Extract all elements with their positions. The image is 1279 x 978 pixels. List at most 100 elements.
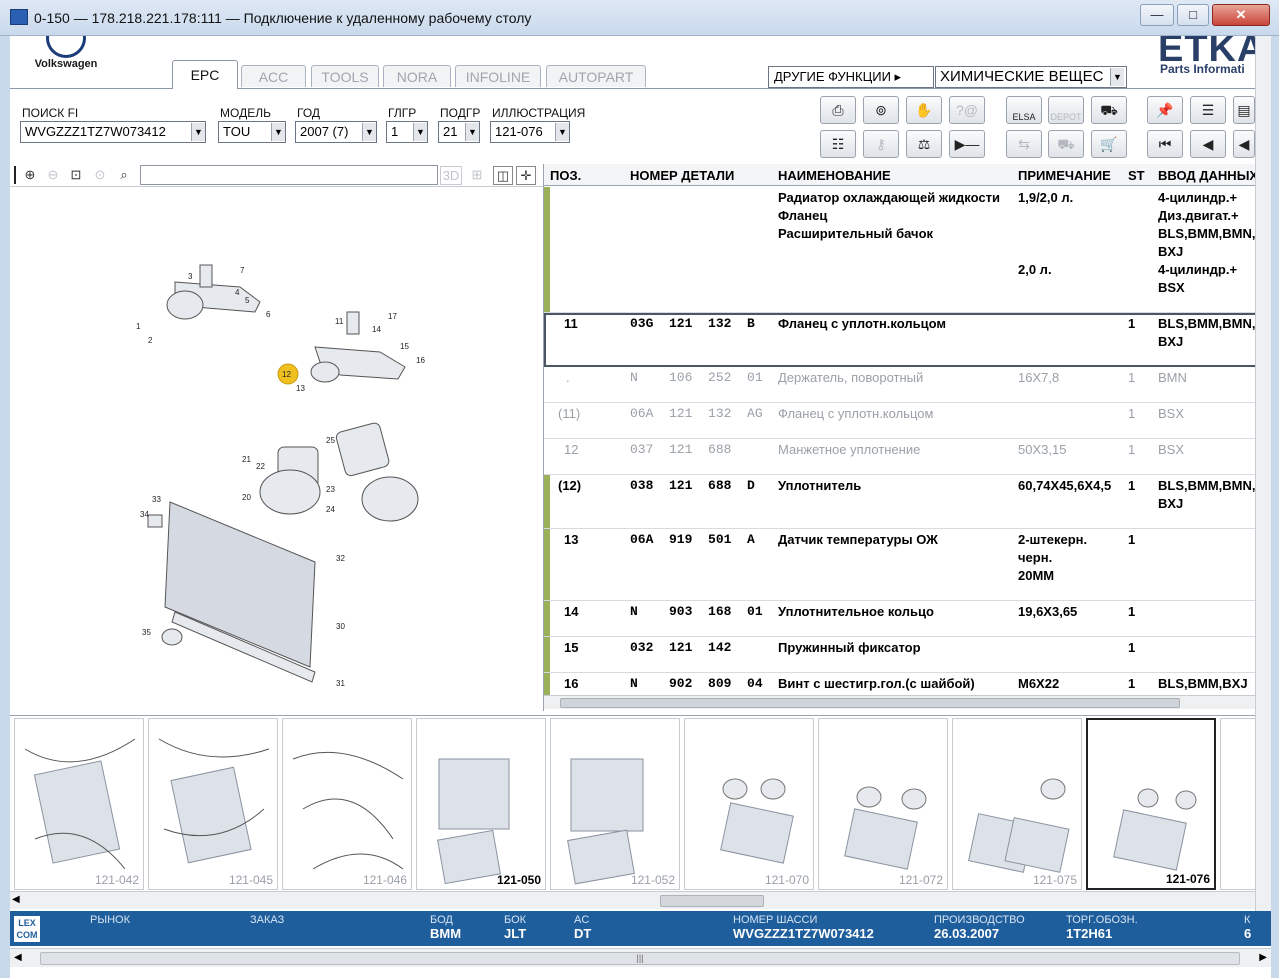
table-row[interactable]: 13 06A 919 501 A Датчик температуры ОЖ 2…: [544, 529, 1271, 601]
print-icon[interactable]: ⎙: [820, 96, 856, 124]
help-icon[interactable]: ?@: [949, 96, 985, 124]
thumbnail-item-partial[interactable]: [1220, 718, 1260, 890]
thumbnail-item[interactable]: 121-042: [14, 718, 144, 890]
search-input[interactable]: WVGZZZ1TZ7W073412: [20, 121, 206, 143]
chevron-down-icon[interactable]: ▼: [362, 123, 376, 141]
transfer-icon[interactable]: ⇆: [1006, 130, 1042, 158]
chevron-down-icon[interactable]: ▼: [555, 123, 569, 141]
tab-autopart[interactable]: AUTOPART: [546, 65, 646, 87]
3d-icon[interactable]: 3D: [440, 166, 462, 185]
window-vertical-scrollbar[interactable]: [1255, 36, 1271, 911]
thumbnail-item[interactable]: 121-075: [952, 718, 1082, 890]
thumbnails-scrollbar[interactable]: ◀: [10, 891, 1271, 909]
chevron-down-icon[interactable]: ▼: [1110, 68, 1124, 86]
table-row[interactable]: 12 037 121 688 Манжетное уплотнение 50X3…: [544, 439, 1271, 475]
table-row[interactable]: (12) 038 121 688 D Уплотнитель 60,74X45,…: [544, 475, 1271, 529]
elsa-button[interactable]: ELSA: [1006, 96, 1042, 124]
chevron-down-icon[interactable]: ▼: [413, 123, 427, 141]
move-icon[interactable]: ✛: [516, 166, 536, 185]
list-icon[interactable]: ☷: [820, 130, 856, 158]
zoom-out-icon[interactable]: ⊖: [43, 166, 63, 185]
table-row[interactable]: . N 106 252 01 Держатель, поворотный 16X…: [544, 367, 1271, 403]
col-part-number[interactable]: НОМЕР ДЕТАЛИ: [630, 168, 734, 183]
thumbnail-label: 121-072: [898, 873, 943, 887]
search-icon[interactable]: ⌕: [114, 166, 134, 185]
tab-epc[interactable]: EPC: [172, 60, 238, 89]
table-row[interactable]: (11) 06A 121 132 AG Фланец с уплотн.коль…: [544, 403, 1271, 439]
splitter-handle[interactable]: [14, 166, 18, 184]
play-line-icon[interactable]: ▶—: [949, 130, 985, 158]
cell-pos: 11: [564, 316, 578, 331]
thumbnail-item[interactable]: 121-050: [416, 718, 546, 890]
thumbnail-label: 121-052: [630, 873, 675, 887]
chemicals-dropdown[interactable]: ХИМИЧЕСКИЕ ВЕЩЕС: [935, 66, 1127, 88]
expansion-tank: [259, 469, 321, 515]
tab-infoline[interactable]: INFOLINE: [455, 65, 541, 87]
col-pos[interactable]: ПОЗ.: [550, 168, 581, 183]
scroll-right-icon[interactable]: ▶: [1259, 952, 1267, 963]
document-icon[interactable]: ▤: [1233, 96, 1255, 124]
bracket-33: [147, 514, 163, 528]
close-button[interactable]: ✕: [1212, 4, 1270, 26]
depot-button[interactable]: DEPOT: [1048, 96, 1084, 124]
previous-page-icon[interactable]: ◀: [1190, 130, 1226, 158]
tab-acc[interactable]: ACC: [241, 65, 306, 87]
cart-export-icon[interactable]: ⛟: [1091, 96, 1127, 124]
thumbnail-image: [720, 778, 794, 864]
k-label: К: [1244, 914, 1251, 926]
scroll-left-icon[interactable]: ◀: [12, 894, 20, 905]
pin-icon[interactable]: 📌: [1147, 96, 1183, 124]
zoom-100-icon[interactable]: ⊙: [90, 166, 110, 185]
cell-st: 1: [1128, 640, 1136, 655]
wheel-icon[interactable]: ⊚: [863, 96, 899, 124]
col-st[interactable]: ST: [1128, 168, 1145, 183]
thumbnail-item[interactable]: 121-070: [684, 718, 814, 890]
table-row-selected[interactable]: 11 03G 121 132 B Фланец с уплотн.кольцом…: [544, 313, 1271, 367]
notes-icon[interactable]: ☰: [1190, 96, 1226, 124]
col-data[interactable]: ВВОД ДАННЫХ: [1158, 168, 1258, 183]
hand-money-icon[interactable]: ✋: [906, 96, 942, 124]
tab-nora[interactable]: NORA: [383, 65, 451, 87]
key-icon[interactable]: ⚷: [863, 130, 899, 158]
table-row[interactable]: 15 032 121 142 Пружинный фиксатор 1: [544, 637, 1271, 673]
cell-part: 03G 121 132 B: [630, 316, 755, 331]
illustration-search-input[interactable]: [140, 165, 438, 185]
tab-tools[interactable]: TOOLS: [311, 65, 379, 87]
vehicle-icon[interactable]: ⚖: [906, 130, 942, 158]
thumbnail-item[interactable]: 121-072: [818, 718, 948, 890]
ac-value: DT: [574, 926, 592, 941]
window-horizontal-scrollbar[interactable]: ◀ ||| ▶: [10, 948, 1271, 967]
chevron-down-icon[interactable]: ▼: [271, 123, 285, 141]
first-page-icon[interactable]: ⏮: [1147, 130, 1183, 158]
callout-32: 31: [336, 679, 345, 688]
other-functions-menu[interactable]: ДРУГИЕ ФУНКЦИИ ▸: [768, 66, 934, 88]
minimize-button[interactable]: —: [1140, 4, 1174, 26]
col-name[interactable]: НАИМЕНОВАНИЕ: [778, 168, 891, 183]
cart-icon[interactable]: 🛒: [1091, 130, 1127, 158]
col-note[interactable]: ПРИМЕЧАНИЕ: [1018, 168, 1111, 183]
table-row[interactable]: Радиатор охлаждающей жидкости Фланец Рас…: [544, 187, 1271, 313]
maximize-button[interactable]: □: [1177, 4, 1209, 26]
split-view-icon[interactable]: ◫: [493, 166, 513, 185]
zoom-in-icon[interactable]: ⊕: [20, 166, 40, 185]
chevron-down-icon[interactable]: ▼: [465, 123, 479, 141]
scrollbar-thumb[interactable]: [660, 895, 764, 907]
table-row[interactable]: 14 N 903 168 01 Уплотнительное кольцо 19…: [544, 601, 1271, 637]
back-icon[interactable]: ◀: [1233, 130, 1255, 158]
chevron-down-icon[interactable]: ▼: [191, 123, 205, 141]
thumbnail-label: 121-046: [362, 873, 407, 887]
thumbnail-item[interactable]: 121-046: [282, 718, 412, 890]
scrollbar-thumb[interactable]: |||: [40, 952, 1240, 965]
dealer-icon[interactable]: ⛟: [1048, 130, 1084, 158]
table-row[interactable]: 16 N 902 809 04 Винт с шестигр.гол.(с ша…: [544, 673, 1271, 695]
thumbnail-item[interactable]: 121-052: [550, 718, 680, 890]
thumbnail-item[interactable]: 121-045: [148, 718, 278, 890]
table-horizontal-scrollbar[interactable]: [544, 695, 1271, 709]
scroll-left-icon[interactable]: ◀: [14, 952, 22, 963]
thumbnail-item-selected[interactable]: 121-076: [1086, 718, 1216, 890]
layer-icon[interactable]: ⊞: [465, 166, 489, 185]
scrollbar-thumb[interactable]: [560, 698, 1180, 708]
trade-value: 1T2H61: [1066, 926, 1113, 941]
cell-note: 19,6X3,65: [1018, 604, 1078, 619]
zoom-fit-icon[interactable]: ⊡: [66, 166, 86, 185]
